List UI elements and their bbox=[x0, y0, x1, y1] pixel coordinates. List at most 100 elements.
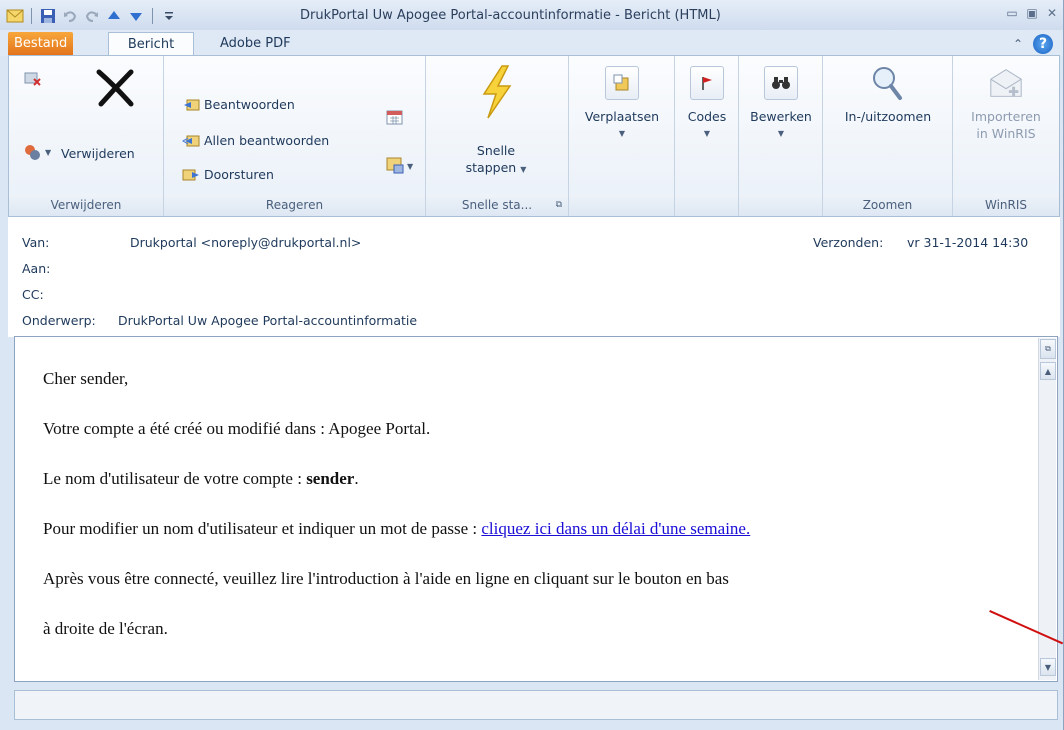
more-respond-icon[interactable] bbox=[386, 156, 404, 177]
toolbar-separator bbox=[152, 8, 153, 24]
minimize-ribbon-icon[interactable]: ⌃ bbox=[1013, 37, 1023, 51]
delete-icon[interactable] bbox=[91, 64, 139, 115]
move-dropdown-icon: ▼ bbox=[618, 129, 626, 138]
group-quick-steps: Snelle stappen ▼ Snelle sta... ⧉ bbox=[426, 56, 569, 216]
import-envelope-icon bbox=[987, 64, 1025, 102]
people-pane-bar bbox=[14, 690, 1058, 720]
forward-icon bbox=[182, 169, 199, 181]
mail-icon[interactable] bbox=[6, 7, 24, 25]
up-arrow-icon[interactable] bbox=[105, 7, 123, 25]
group-tags: Codes ▼ bbox=[675, 56, 739, 216]
reply-all-label: Allen beantwoorden bbox=[204, 132, 330, 148]
infobar-icon[interactable]: ⧉ bbox=[1040, 339, 1056, 359]
close-icon[interactable]: ✕ bbox=[1045, 6, 1059, 20]
username-bold: sender bbox=[306, 469, 355, 488]
window-controls: ▭ ▣ ✕ bbox=[1005, 6, 1059, 20]
group-label-winris: WinRIS bbox=[953, 194, 1059, 216]
quick-steps-button[interactable]: Snelle stappen ▼ bbox=[456, 62, 536, 178]
magnifier-icon bbox=[869, 64, 907, 102]
group-label-respond: Reageren bbox=[164, 194, 425, 216]
import-winris-line1: Importeren bbox=[971, 109, 1041, 124]
group-label-zoom: Zoomen bbox=[823, 194, 952, 216]
from-label: Van: bbox=[22, 235, 50, 250]
reply-icon bbox=[184, 99, 200, 111]
group-label-quick-steps-text: Snelle sta... bbox=[461, 198, 533, 212]
body-line-2-suffix: . bbox=[354, 469, 359, 488]
quick-steps-line2-wrap: stappen ▼ bbox=[466, 159, 527, 178]
activation-link[interactable]: cliquez ici dans un délai d'une semaine. bbox=[481, 519, 750, 538]
vertical-scrollbar[interactable]: ⧉ ▲ ▼ bbox=[1038, 338, 1056, 680]
forward-button[interactable]: Doorsturen bbox=[182, 166, 274, 182]
group-delete: ▼ Verwijderen Verwijderen bbox=[9, 56, 164, 216]
reply-all-icon bbox=[182, 135, 200, 147]
message-body[interactable]: Cher sender, Votre compte a été créé ou … bbox=[14, 336, 1058, 682]
junk-icon[interactable] bbox=[23, 142, 43, 165]
tags-button[interactable]: Codes ▼ bbox=[679, 64, 735, 142]
import-winris-line2: in WinRIS bbox=[976, 126, 1036, 141]
quick-steps-line1: Snelle bbox=[476, 143, 516, 158]
customize-icon[interactable] bbox=[160, 7, 178, 25]
tab-file[interactable]: Bestand bbox=[8, 32, 74, 56]
dialog-launcher-icon[interactable]: ⧉ bbox=[556, 194, 562, 216]
undo-icon[interactable] bbox=[61, 7, 79, 25]
import-winris-button[interactable]: Importeren in WinRIS bbox=[957, 64, 1055, 142]
group-label-delete: Verwijderen bbox=[9, 194, 163, 216]
junk-dropdown-icon[interactable]: ▼ bbox=[45, 148, 51, 157]
tags-label: Codes bbox=[687, 109, 727, 124]
sent-label: Verzonden: bbox=[813, 235, 884, 250]
outlook-message-window: DrukPortal Uw Apogee Portal-accountinfor… bbox=[0, 0, 1064, 730]
down-arrow-icon[interactable] bbox=[127, 7, 145, 25]
subject-value: DrukPortal Uw Apogee Portal-accountinfor… bbox=[118, 313, 418, 328]
ribbon-tab-row: Bestand Bericht Adobe PDF ⌃ ? bbox=[0, 30, 1063, 56]
scroll-up-icon[interactable]: ▲ bbox=[1040, 362, 1056, 380]
group-edit: Bewerken ▼ bbox=[739, 56, 823, 216]
meeting-icon[interactable] bbox=[386, 108, 404, 129]
tab-adobe-pdf[interactable]: Adobe PDF bbox=[210, 32, 301, 56]
lightning-icon bbox=[472, 62, 520, 122]
save-icon[interactable] bbox=[39, 7, 57, 25]
group-label-quick-steps: Snelle sta... ⧉ bbox=[426, 194, 568, 216]
to-label: Aan: bbox=[22, 261, 51, 276]
edit-button[interactable]: Bewerken ▼ bbox=[743, 64, 819, 142]
minimize-icon[interactable]: ▭ bbox=[1005, 6, 1019, 20]
title-bar: DrukPortal Uw Apogee Portal-accountinfor… bbox=[0, 0, 1063, 30]
group-label-move bbox=[569, 194, 674, 216]
group-winris: Importeren in WinRIS WinRIS bbox=[953, 56, 1059, 216]
message-header: Van: Drukportal <noreply@drukportal.nl> … bbox=[8, 217, 1060, 337]
ignore-icon[interactable] bbox=[23, 68, 43, 91]
body-line-3: Pour modifier un nom d'utilisateur et in… bbox=[43, 519, 750, 539]
toolbar-separator bbox=[31, 8, 32, 24]
quick-access-toolbar bbox=[6, 6, 178, 26]
redo-icon[interactable] bbox=[83, 7, 101, 25]
move-icon bbox=[603, 64, 641, 102]
tab-message[interactable]: Bericht bbox=[108, 32, 194, 56]
zoom-label: In-/uitzoomen bbox=[844, 109, 932, 124]
body-line-2-prefix: Le nom d'utilisateur de votre compte : bbox=[43, 469, 307, 488]
maximize-icon[interactable]: ▣ bbox=[1025, 6, 1039, 20]
subject-label: Onderwerp: bbox=[22, 313, 96, 328]
reply-button[interactable]: Beantwoorden bbox=[182, 96, 295, 112]
help-icon[interactable]: ? bbox=[1033, 34, 1053, 54]
sent-value: vr 31-1-2014 14:30 bbox=[907, 235, 1029, 250]
delete-button[interactable]: Verwijderen bbox=[61, 146, 135, 161]
binoculars-icon bbox=[762, 64, 800, 102]
more-respond-dropdown-icon[interactable]: ▼ bbox=[407, 162, 413, 171]
from-value[interactable]: Drukportal <noreply@drukportal.nl> bbox=[130, 235, 361, 250]
group-zoom: In-/uitzoomen Zoomen bbox=[823, 56, 953, 216]
edit-label: Bewerken bbox=[750, 109, 812, 124]
move-label: Verplaatsen bbox=[584, 109, 660, 124]
flag-icon bbox=[688, 64, 726, 102]
reply-all-button[interactable]: Allen beantwoorden bbox=[182, 132, 329, 148]
group-move: Verplaatsen ▼ bbox=[569, 56, 675, 216]
zoom-button[interactable]: In-/uitzoomen bbox=[827, 64, 949, 125]
move-button[interactable]: Verplaatsen ▼ bbox=[573, 64, 671, 142]
scroll-down-icon[interactable]: ▼ bbox=[1040, 658, 1056, 676]
quick-steps-dropdown-icon: ▼ bbox=[520, 165, 527, 174]
window-title: DrukPortal Uw Apogee Portal-accountinfor… bbox=[300, 8, 721, 23]
group-label-tags bbox=[675, 194, 738, 216]
body-line-1: Votre compte a été créé ou modifié dans … bbox=[43, 419, 431, 438]
ribbon: ▼ Verwijderen Verwijderen Beantwoorden A… bbox=[8, 55, 1060, 217]
group-respond: Beantwoorden Allen beantwoorden Doorstur… bbox=[164, 56, 426, 216]
group-label-edit bbox=[739, 194, 822, 216]
edit-dropdown-icon: ▼ bbox=[777, 129, 785, 138]
